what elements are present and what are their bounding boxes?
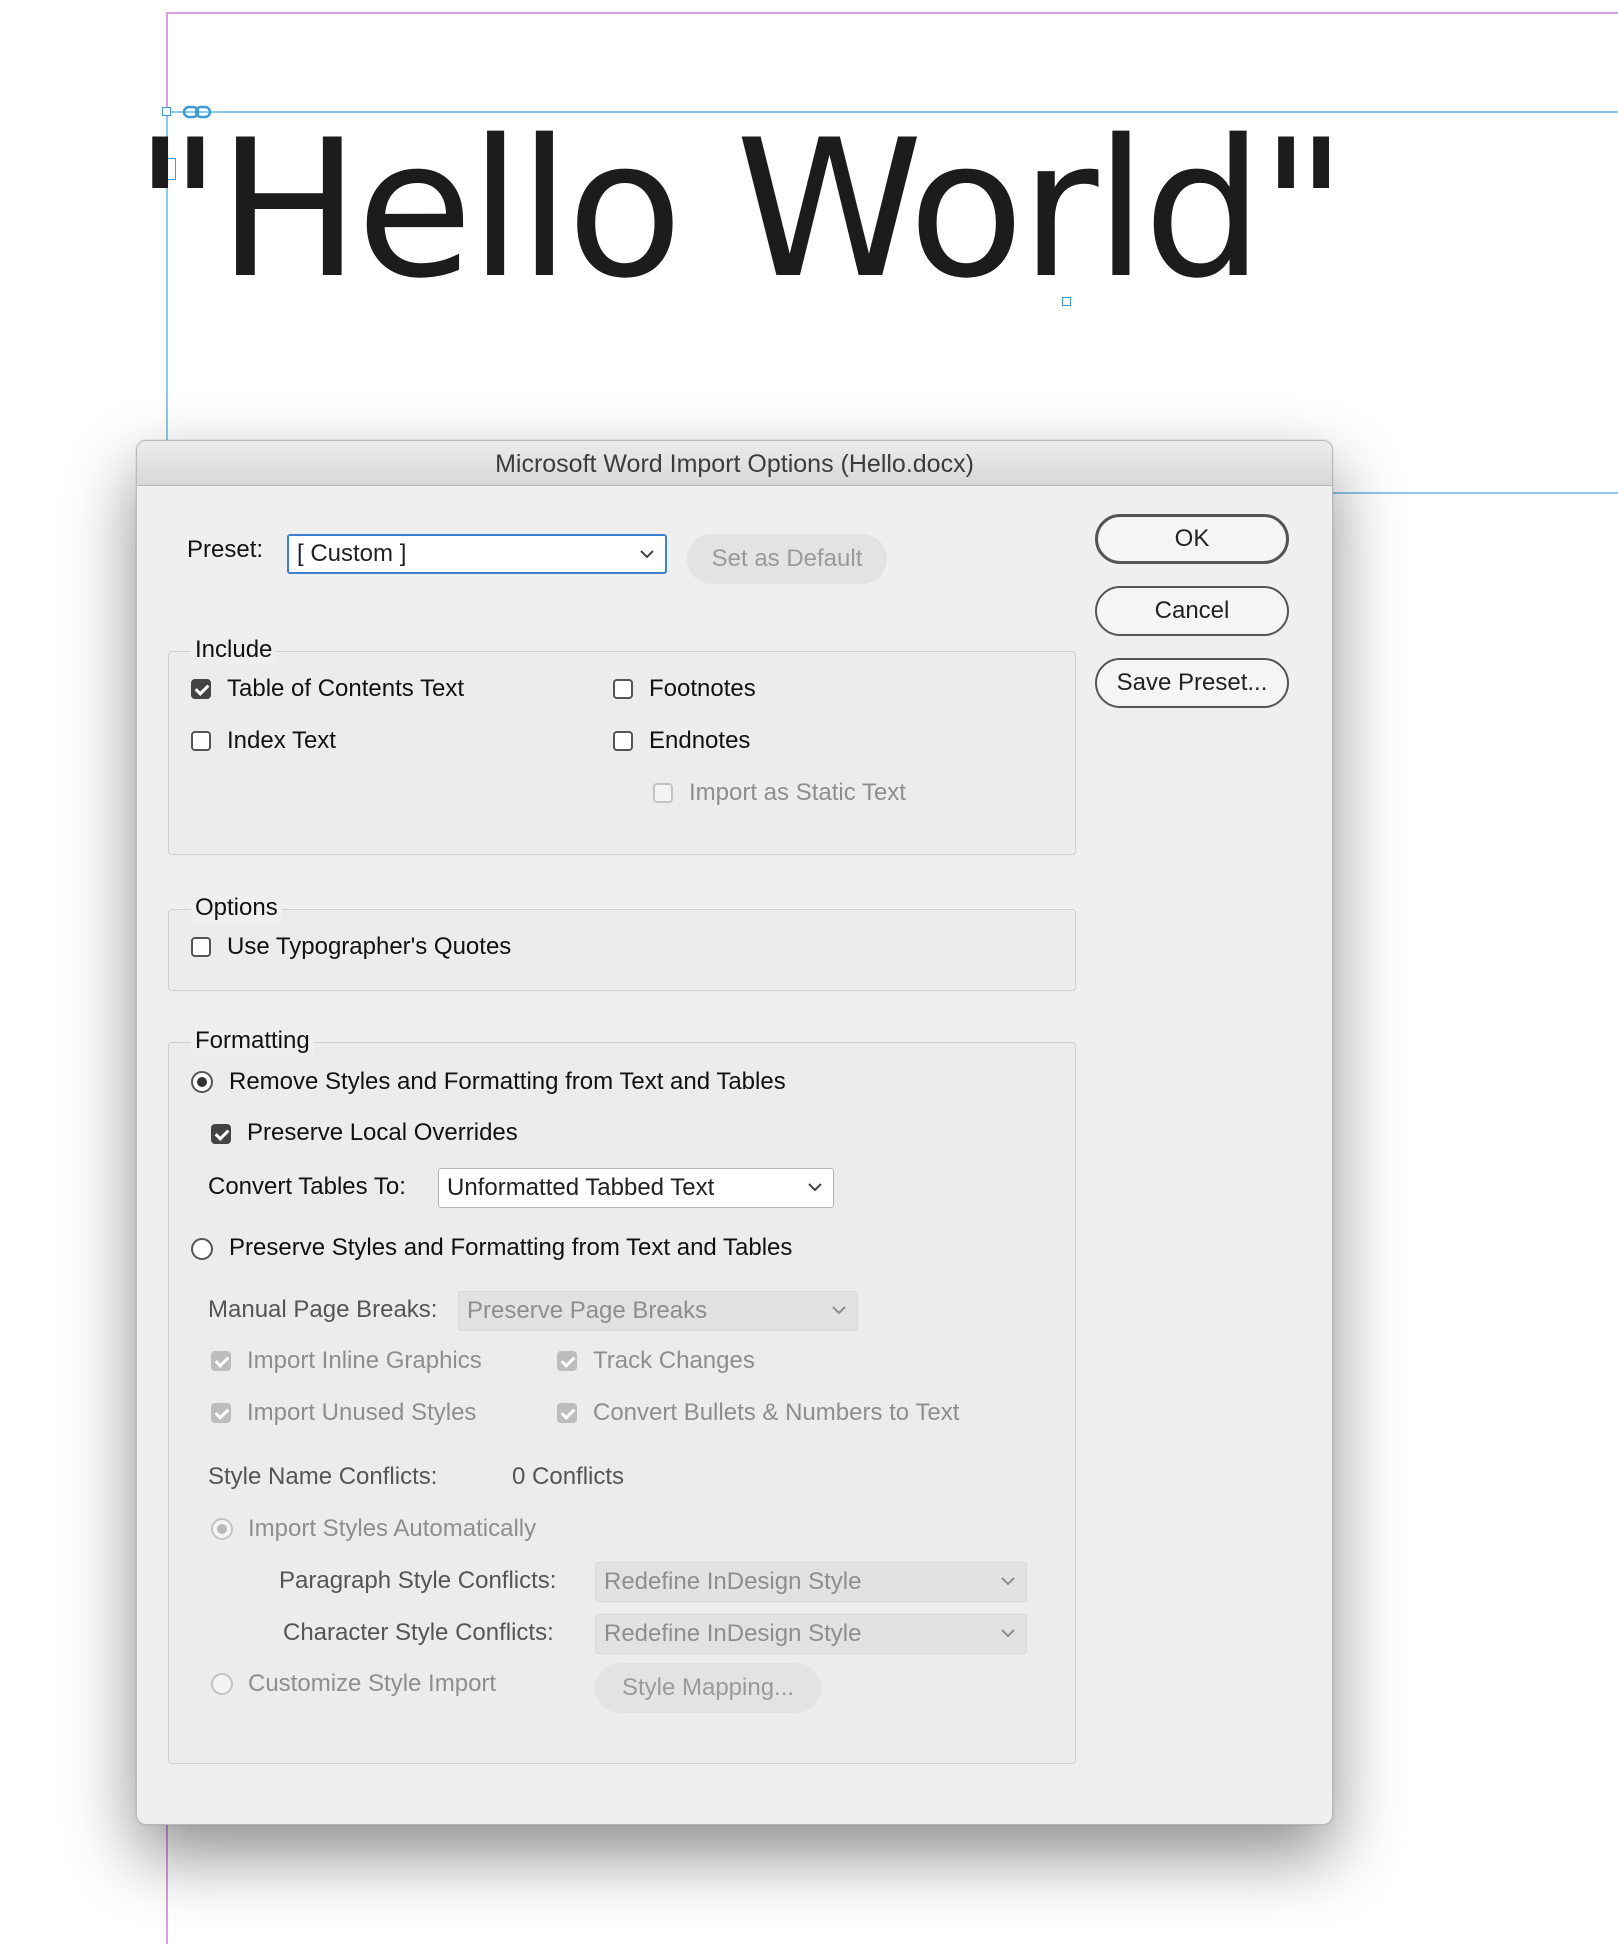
preserve-local-overrides-label[interactable]: Preserve Local Overrides (247, 1118, 518, 1148)
import-static-label[interactable]: Import as Static Text (689, 778, 906, 808)
footnotes-checkbox[interactable] (613, 679, 633, 699)
paragraph-style-conflicts-value: Redefine InDesign Style (604, 1568, 862, 1595)
include-title: Include (191, 635, 277, 665)
ok-button[interactable]: OK (1095, 514, 1289, 564)
preserve-local-overrides-checkbox[interactable] (211, 1124, 231, 1144)
style-mapping-button[interactable]: Style Mapping... (595, 1663, 821, 1713)
convert-tables-value: Unformatted Tabbed Text (447, 1174, 715, 1201)
customize-style-import-label[interactable]: Customize Style Import (248, 1669, 496, 1699)
preset-label: Preset: (187, 536, 264, 563)
import-styles-automatically-label[interactable]: Import Styles Automatically (248, 1514, 536, 1544)
cancel-button[interactable]: Cancel (1095, 586, 1289, 636)
paragraph-style-conflicts-label: Paragraph Style Conflicts: (279, 1567, 557, 1594)
character-style-conflicts-value: Redefine InDesign Style (604, 1620, 862, 1647)
manual-page-breaks-select[interactable]: Preserve Page Breaks (458, 1291, 858, 1331)
formatting-title: Formatting (191, 1026, 314, 1056)
options-title: Options (191, 893, 282, 923)
convert-tables-label: Convert Tables To: (208, 1173, 406, 1200)
import-static-checkbox[interactable] (653, 783, 673, 803)
toc-text-label[interactable]: Table of Contents Text (227, 674, 464, 704)
preset-select[interactable]: [ Custom ] (287, 534, 667, 574)
style-name-conflicts-label: Style Name Conflicts: (208, 1463, 438, 1490)
convert-bullets-label[interactable]: Convert Bullets & Numbers to Text (593, 1398, 959, 1428)
text-frame-bottom-edge (1320, 492, 1618, 494)
margin-guide-top (166, 12, 1618, 14)
preset-value: [ Custom ] (297, 540, 407, 567)
chevron-down-icon (1001, 1577, 1015, 1586)
footnotes-label[interactable]: Footnotes (649, 674, 756, 704)
manual-page-breaks-value: Preserve Page Breaks (467, 1297, 708, 1324)
chevron-down-icon (1001, 1629, 1015, 1638)
import-styles-automatically-radio[interactable] (211, 1518, 233, 1540)
chevron-down-icon (832, 1306, 846, 1315)
index-text-label[interactable]: Index Text (227, 726, 336, 756)
endnotes-checkbox[interactable] (613, 731, 633, 751)
import-unused-styles-checkbox[interactable] (211, 1403, 231, 1423)
endnotes-label[interactable]: Endnotes (649, 726, 750, 756)
remove-styles-radio[interactable] (191, 1071, 213, 1093)
preserve-styles-label[interactable]: Preserve Styles and Formatting from Text… (229, 1233, 792, 1263)
document-text-hello-world[interactable]: "Hello World" (134, 100, 1347, 320)
import-inline-graphics-checkbox[interactable] (211, 1351, 231, 1371)
remove-styles-label[interactable]: Remove Styles and Formatting from Text a… (229, 1067, 786, 1097)
import-inline-graphics-label[interactable]: Import Inline Graphics (247, 1346, 482, 1376)
dialog-title: Microsoft Word Import Options (Hello.doc… (137, 441, 1332, 486)
track-changes-label[interactable]: Track Changes (593, 1346, 755, 1376)
typographers-quotes-checkbox[interactable] (191, 937, 211, 957)
set-as-default-button[interactable]: Set as Default (687, 534, 887, 584)
typographers-quotes-label[interactable]: Use Typographer's Quotes (227, 932, 511, 962)
chevron-down-icon (808, 1183, 822, 1192)
chevron-down-icon (640, 550, 654, 559)
save-preset-button[interactable]: Save Preset... (1095, 658, 1289, 708)
character-style-conflicts-select[interactable]: Redefine InDesign Style (595, 1614, 1027, 1654)
track-changes-checkbox[interactable] (557, 1351, 577, 1371)
customize-style-import-radio[interactable] (211, 1673, 233, 1695)
preserve-styles-radio[interactable] (191, 1238, 213, 1260)
paragraph-style-conflicts-select[interactable]: Redefine InDesign Style (595, 1562, 1027, 1602)
style-name-conflicts-value: 0 Conflicts (512, 1463, 625, 1490)
toc-text-checkbox[interactable] (191, 679, 211, 699)
index-text-checkbox[interactable] (191, 731, 211, 751)
convert-tables-select[interactable]: Unformatted Tabbed Text (438, 1168, 834, 1208)
word-import-options-dialog: Microsoft Word Import Options (Hello.doc… (136, 440, 1333, 1825)
character-style-conflicts-label: Character Style Conflicts: (283, 1619, 554, 1646)
import-unused-styles-label[interactable]: Import Unused Styles (247, 1398, 476, 1428)
convert-bullets-checkbox[interactable] (557, 1403, 577, 1423)
manual-page-breaks-label: Manual Page Breaks: (208, 1296, 438, 1323)
